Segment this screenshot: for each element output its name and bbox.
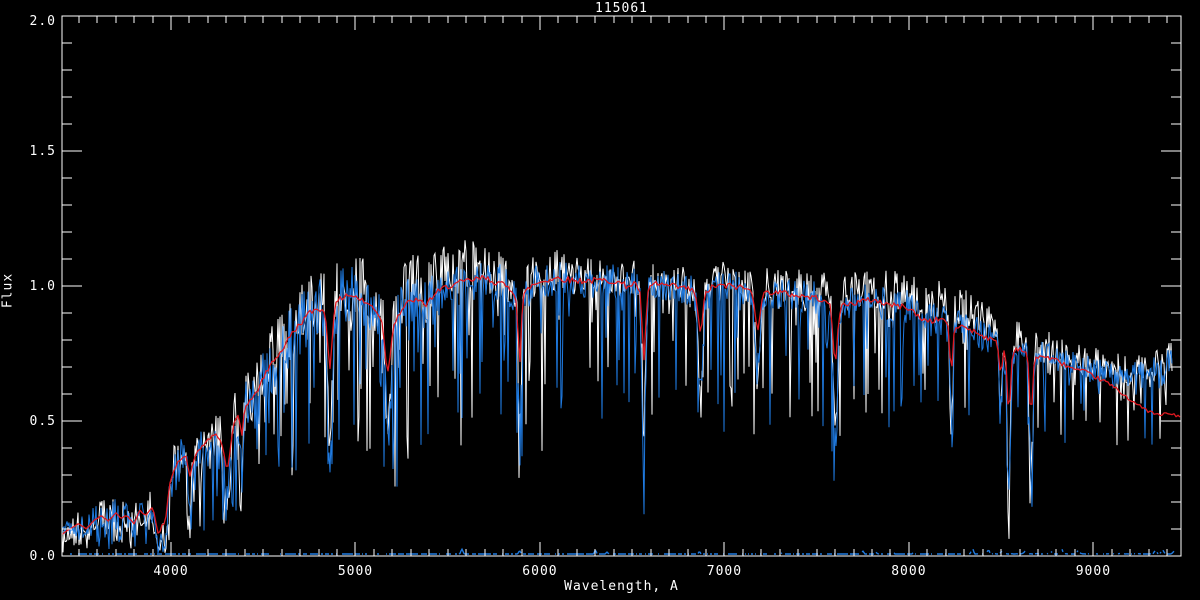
x-tick-label: 4000 [153,564,188,579]
y-tick-label: 0.0 [30,549,56,564]
y-tick-label: 1.5 [30,144,56,159]
spectrum-figure: 4000 5000 6000 7000 8000 9000 0.0 0.5 1.0 1.5 2.0 … [0,0,1200,600]
x-tick-label: 6000 [522,564,557,579]
x-tick-label: 9000 [1076,564,1111,579]
chart-title: 115061 [595,1,648,16]
y-tick-label: 2.0 [30,14,56,29]
y-axis-title: Flux [0,272,16,309]
spectrum-chart: 4000 5000 6000 7000 8000 9000 0.0 0.5 1.0 1.5 2.0 [0,0,1200,600]
y-tick-label: 0.5 [30,414,56,429]
chart-background [0,0,1200,600]
x-tick-label: 5000 [338,564,373,579]
x-tick-label: 7000 [707,564,742,579]
x-tick-label: 8000 [891,564,926,579]
x-axis-title: Wavelength, A [564,579,679,594]
y-tick-label: 1.0 [30,279,56,294]
